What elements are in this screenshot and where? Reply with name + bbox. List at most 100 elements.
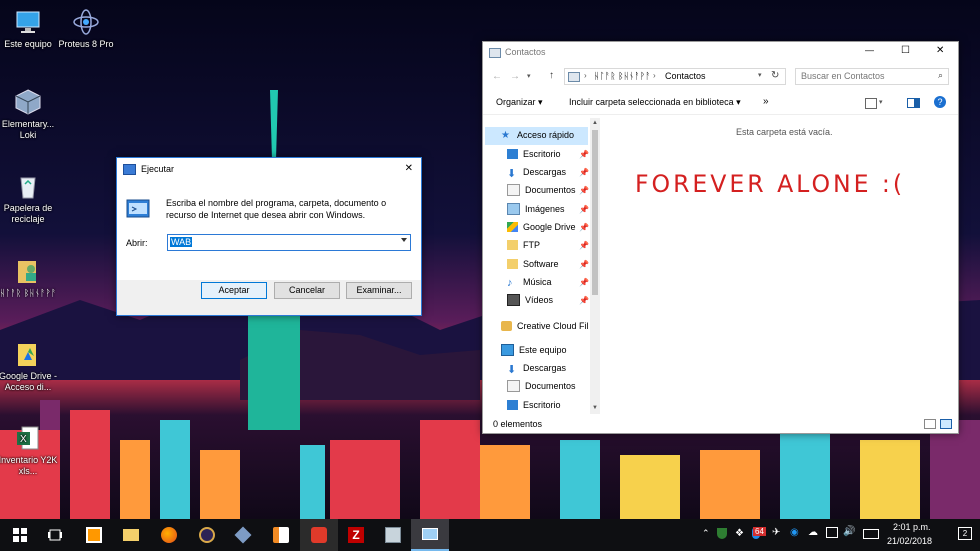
shield-icon[interactable] (717, 528, 727, 539)
search-box[interactable]: Buscar en Contactos ⌕ (795, 68, 949, 85)
desktop-icon-google-drive[interactable]: Google Drive - Acceso di... (0, 340, 58, 393)
taskbar-virtualbox[interactable] (224, 519, 262, 551)
desktop-icon-recycle-bin[interactable]: Papelera de reciclaje (0, 172, 58, 225)
taskbar-media-player[interactable] (262, 519, 300, 551)
details-view-icon[interactable] (924, 419, 936, 429)
desktop-icon-elementary[interactable]: Elementary... Loki (0, 88, 58, 141)
desktop-icon-this-pc[interactable]: Este equipo (0, 8, 58, 50)
close-icon[interactable]: ✕ (405, 163, 413, 174)
sync-icon[interactable]: ◉ (790, 527, 799, 538)
nav-quick-access[interactable]: ★ Acceso rápido (501, 126, 574, 144)
large-icons-view-icon[interactable] (940, 419, 952, 429)
empty-folder-message: Esta carpeta está vacía. (736, 127, 833, 137)
preview-pane-icon[interactable] (907, 98, 920, 108)
nav-videos[interactable]: Vídeos (507, 291, 553, 309)
nav-google-drive[interactable]: Google Drive (507, 218, 576, 236)
nav-scrollbar[interactable]: ▲ ▼ (590, 118, 600, 414)
minimize-button[interactable]: — (865, 45, 874, 55)
lang-badge[interactable]: 64 (753, 527, 766, 536)
search-input[interactable]: Buscar en Contactos (801, 71, 885, 81)
recent-chevron-icon[interactable]: ▾ (527, 72, 531, 80)
taskbar-sublime[interactable] (75, 519, 113, 551)
nav-this-pc[interactable]: Este equipo (501, 341, 567, 359)
pin-icon[interactable]: 📌 (579, 168, 589, 177)
breadcrumb-user[interactable]: ᚺᛚᚨᚱ ᛒᚺᚾᚨᚹᚨ (594, 71, 651, 81)
breadcrumb-contacts[interactable]: Contactos (665, 71, 706, 81)
plane-icon[interactable]: ✈ (772, 527, 780, 538)
address-dropdown-icon[interactable]: ▾ (758, 71, 762, 79)
more-commands[interactable]: » (763, 96, 769, 107)
folder-icon (507, 259, 518, 269)
start-button[interactable] (1, 519, 39, 551)
scroll-up-icon[interactable]: ▲ (592, 120, 598, 126)
taskbar-run[interactable] (411, 519, 449, 551)
scroll-thumb[interactable] (592, 130, 598, 295)
pin-icon[interactable]: 📌 (579, 241, 589, 250)
include-library-menu[interactable]: Incluir carpeta seleccionada en bibliote… (569, 97, 741, 108)
volume-icon[interactable]: 🔊 (843, 526, 855, 537)
browse-button[interactable]: Examinar... (346, 282, 412, 299)
nav-pc-downloads[interactable]: ⬇ Descargas (507, 359, 566, 377)
task-view-button[interactable] (36, 519, 74, 551)
back-arrow-icon[interactable]: ← (492, 71, 502, 82)
nav-ftp[interactable]: FTP (507, 236, 540, 254)
pin-icon[interactable]: 📌 (579, 260, 589, 269)
close-button[interactable]: ✕ (936, 45, 944, 56)
address-bar[interactable]: › ᚺᛚᚨᚱ ᛒᚺᚾᚨᚹᚨ › Contactos ▾ ↻ (564, 68, 786, 85)
network-tray-icon[interactable] (826, 527, 838, 538)
maximize-button[interactable]: ☐ (901, 45, 910, 56)
open-input-value[interactable]: WAB (170, 237, 193, 247)
nav-software[interactable]: Software (507, 255, 559, 273)
organize-menu[interactable]: Organizar ▾ (496, 97, 543, 108)
pin-icon[interactable]: 📌 (579, 186, 589, 195)
pin-icon[interactable]: 📌 (579, 205, 589, 214)
notifications-icon[interactable]: 2 (958, 527, 972, 540)
tray-overflow-icon[interactable]: ⌃ (702, 528, 710, 539)
cloud-icon[interactable]: ☁ (808, 527, 818, 538)
view-chevron-icon[interactable]: ▾ (879, 98, 883, 106)
pin-icon[interactable]: 📌 (579, 223, 589, 232)
taskbar-eclipse[interactable] (188, 519, 226, 551)
clock-time[interactable]: 2:01 p.m. (893, 522, 931, 532)
taskbar-red-app[interactable] (300, 519, 338, 551)
desktop-icon-excel-file[interactable]: X Inventario Y2K xls... (0, 424, 58, 477)
desktop-icon-proteus[interactable]: Proteus 8 Pro (56, 8, 116, 50)
network-icon (385, 527, 401, 543)
run-titlebar[interactable]: Ejecutar ✕ (117, 158, 421, 180)
nav-desktop[interactable]: Escritorio (507, 145, 561, 163)
nav-pictures[interactable]: Imágenes (507, 200, 565, 218)
explorer-titlebar[interactable]: Contactos — ☐ ✕ (483, 42, 958, 64)
desktop-icon-label: Inventario Y2K xls... (0, 455, 58, 476)
up-arrow-icon[interactable]: ↑ (549, 70, 554, 81)
view-options-icon[interactable] (865, 98, 877, 109)
pin-icon[interactable]: 📌 (579, 150, 589, 159)
nav-pc-desktop[interactable]: Escritorio (507, 396, 561, 414)
ok-button[interactable]: Aceptar (201, 282, 267, 299)
taskbar-network-app[interactable] (374, 519, 412, 551)
nav-music[interactable]: ♪ Música (507, 273, 552, 291)
folder-icon (123, 529, 139, 541)
search-icon[interactable]: ⌕ (938, 70, 943, 81)
keyboard-icon[interactable] (863, 529, 879, 539)
nav-documents[interactable]: Documentos (507, 181, 576, 199)
nav-pc-documents[interactable]: Documentos (507, 377, 576, 395)
nav-creative-cloud[interactable]: Creative Cloud Fil (501, 317, 589, 335)
pin-icon[interactable]: 📌 (579, 278, 589, 287)
taskbar-firefox[interactable] (150, 519, 188, 551)
task-view-icon (48, 529, 62, 541)
sublime-icon (86, 527, 102, 543)
cancel-button[interactable]: Cancelar (274, 282, 340, 299)
clock-date[interactable]: 21/02/2018 (887, 536, 932, 546)
chevron-down-icon[interactable] (401, 238, 407, 242)
open-combobox[interactable]: WAB (167, 234, 411, 251)
forward-arrow-icon[interactable]: → (510, 71, 520, 82)
taskbar-file-explorer[interactable] (112, 519, 150, 551)
pin-icon[interactable]: 📌 (579, 296, 589, 305)
dropbox-icon[interactable]: ❖ (735, 528, 744, 539)
refresh-icon[interactable]: ↻ (771, 70, 779, 81)
scroll-down-icon[interactable]: ▼ (592, 405, 598, 411)
nav-downloads[interactable]: ⬇ Descargas (507, 163, 566, 181)
taskbar-filezilla[interactable]: Z (337, 519, 375, 551)
help-icon[interactable]: ? (934, 96, 946, 108)
desktop-icon-user-folder[interactable]: ᚺᛚᚨᚱ ᛒᚺᚾᚨᚹᚨ (0, 257, 58, 299)
